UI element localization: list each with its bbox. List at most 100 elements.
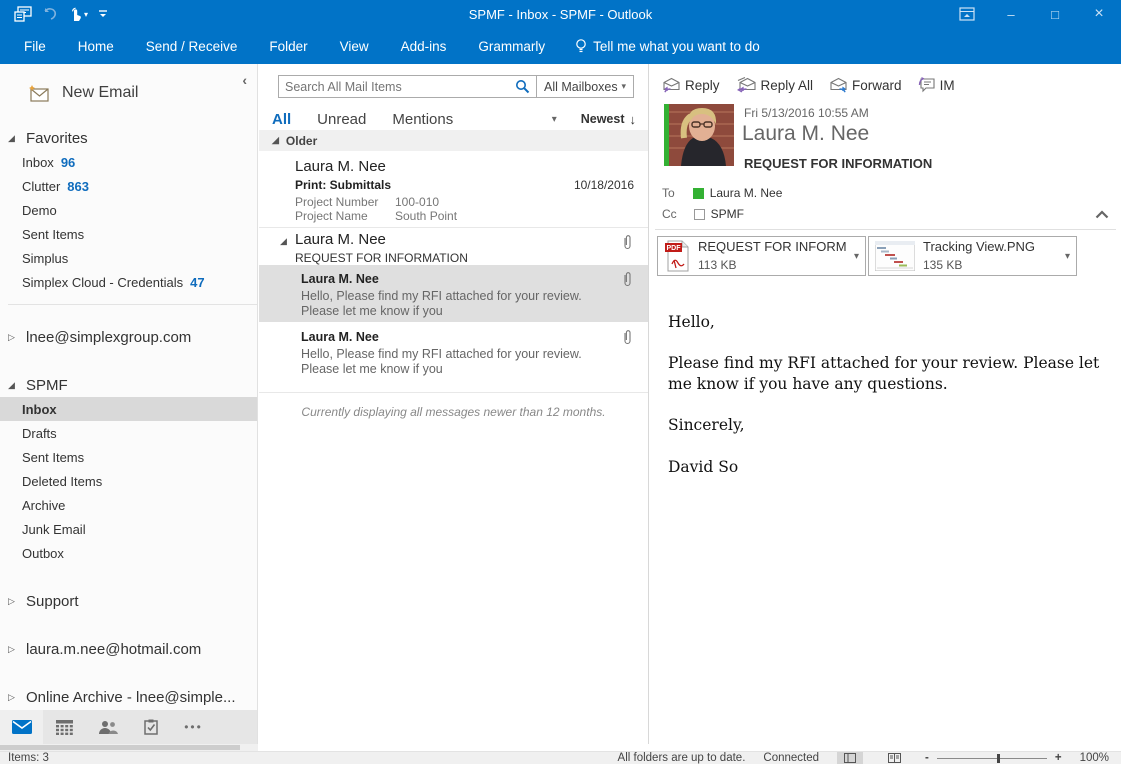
im-button[interactable]: IM: [918, 77, 955, 93]
sidebar-account-lnee-simplexgroup[interactable]: ▷ lnee@simplexgroup.com: [8, 325, 257, 349]
minimize-icon[interactable]: –: [989, 0, 1033, 28]
list-footer-note: Currently displaying all messages newer …: [259, 392, 648, 419]
normal-view-button[interactable]: [837, 752, 863, 764]
filter-tab-unread[interactable]: Unread: [317, 111, 366, 128]
message-row[interactable]: Laura M. Nee Hello, Please find my RFI a…: [259, 322, 648, 379]
tab-grammarly[interactable]: Grammarly: [462, 28, 561, 64]
tab-file[interactable]: File: [8, 28, 62, 64]
group-label: Older: [286, 134, 317, 148]
customize-quick-access-icon[interactable]: [98, 8, 108, 20]
folder-label: Sent Items: [22, 227, 84, 242]
forward-button[interactable]: Forward: [829, 77, 902, 93]
attachment-dropdown-icon[interactable]: ▾: [1065, 251, 1070, 262]
sidebar-item-demo[interactable]: Demo: [0, 198, 257, 222]
tab-home[interactable]: Home: [62, 28, 130, 64]
title-bar: ▾ SPMF - Inbox - SPMF - Outlook – □ ×: [0, 0, 1121, 28]
attachment-size: 113 KB: [698, 258, 736, 272]
sidebar-item-archive[interactable]: Archive: [0, 493, 257, 517]
sidebar-account-support[interactable]: ▷ Support: [8, 589, 257, 613]
new-email-label: New Email: [62, 84, 138, 102]
to-recipient[interactable]: Laura M. Nee: [710, 186, 783, 200]
sidebar-item-simplus[interactable]: Simplus: [0, 246, 257, 270]
sidebar-item-simplex-cloud-credentials[interactable]: Simplex Cloud - Credentials47: [0, 270, 257, 294]
touch-mode-icon[interactable]: ▾: [68, 6, 88, 22]
folder-pane-hscrollbar[interactable]: [0, 744, 258, 751]
message-row-selected[interactable]: Laura M. Nee Hello, Please find my RFI a…: [259, 265, 648, 322]
tab-add-ins[interactable]: Add-ins: [385, 28, 463, 64]
sidebar-item-sent-items[interactable]: Sent Items: [0, 445, 257, 469]
search-icon[interactable]: [515, 79, 530, 94]
reply-icon: [662, 77, 681, 93]
sidebar-group-favorites[interactable]: ◢ Favorites: [8, 126, 257, 150]
scrollbar-thumb[interactable]: [0, 745, 240, 750]
sidebar-item-spmf-inbox[interactable]: Inbox: [0, 397, 257, 421]
nav-calendar-icon[interactable]: [43, 710, 86, 744]
folder-label: Inbox: [22, 402, 57, 417]
tell-me-box[interactable]: Tell me what you want to do: [561, 38, 774, 54]
mailbox-scope-dropdown[interactable]: All Mailboxes ▾: [537, 75, 634, 98]
new-email-button[interactable]: New Email: [28, 78, 257, 108]
attachment-image[interactable]: Tracking View.PNG 135 KB ▾: [868, 236, 1077, 276]
body-paragraph: David So: [668, 457, 1118, 477]
message-sender: Laura M. Nee: [301, 272, 379, 286]
connection-status[interactable]: Connected: [763, 752, 819, 764]
collapse-header-icon[interactable]: [1095, 210, 1109, 219]
maximize-icon[interactable]: □: [1033, 0, 1077, 28]
search-row: All Mailboxes ▾: [278, 75, 634, 98]
tab-send-receive[interactable]: Send / Receive: [130, 28, 254, 64]
search-input[interactable]: [285, 80, 515, 94]
group-header-older[interactable]: ◢ Older: [259, 130, 648, 151]
outlook-item-icon[interactable]: [14, 6, 32, 22]
sidebar-account-spmf[interactable]: ◢ SPMF: [8, 373, 257, 397]
sidebar-item-drafts[interactable]: Drafts: [0, 421, 257, 445]
conversation-header-row[interactable]: ◢ Laura M. Nee REQUEST FOR INFORMATION: [259, 227, 648, 265]
nav-more-icon[interactable]: •••: [172, 710, 215, 744]
sender-photo[interactable]: [664, 104, 734, 166]
navigation-bar: •••: [0, 710, 258, 744]
filter-tab-mentions[interactable]: Mentions: [392, 111, 453, 128]
sidebar-account-hotmail[interactable]: ▷ laura.m.nee@hotmail.com: [8, 637, 257, 661]
sidebar-item-sent-items-favorite[interactable]: Sent Items: [0, 222, 257, 246]
zoom-slider[interactable]: [937, 758, 1047, 759]
cc-recipient[interactable]: SPMF: [711, 207, 744, 221]
ribbon-display-options-icon[interactable]: [945, 0, 989, 28]
reply-all-label: Reply All: [761, 78, 814, 93]
zoom-slider-thumb[interactable]: [997, 754, 1000, 763]
attachment-pdf[interactable]: PDF REQUEST FOR INFORM... 113 KB ▾: [657, 236, 866, 276]
sidebar-item-inbox-favorite[interactable]: Inbox96: [0, 150, 257, 174]
im-label: IM: [940, 78, 955, 93]
tab-folder[interactable]: Folder: [253, 28, 323, 64]
sidebar-item-clutter[interactable]: Clutter863: [0, 174, 257, 198]
search-box: [278, 75, 537, 98]
filter-dropdown-icon[interactable]: ▾: [552, 114, 557, 125]
close-icon[interactable]: ×: [1077, 0, 1121, 28]
undo-icon[interactable]: [42, 7, 58, 21]
message-row-print-submittals[interactable]: Laura M. Nee Print: Submittals 10/18/201…: [259, 152, 648, 226]
nav-tasks-icon[interactable]: [129, 710, 172, 744]
sidebar-item-outbox[interactable]: Outbox: [0, 541, 257, 565]
zoom-control: - +: [925, 752, 1062, 764]
zoom-level[interactable]: 100%: [1080, 752, 1109, 764]
zoom-in-button[interactable]: +: [1055, 752, 1062, 764]
folder-label: Drafts: [22, 426, 57, 441]
zoom-out-button[interactable]: -: [925, 752, 929, 764]
message-preview: Hello, Please find my RFI attached for y…: [301, 289, 601, 319]
nav-mail-icon[interactable]: [0, 710, 43, 744]
message-sender-name[interactable]: Laura M. Nee: [742, 122, 869, 146]
sidebar-item-junk-email[interactable]: Junk Email: [0, 517, 257, 541]
filter-tab-all[interactable]: All: [272, 111, 291, 128]
reading-view-button[interactable]: [881, 752, 907, 764]
tab-view[interactable]: View: [324, 28, 385, 64]
collapse-folder-pane-icon[interactable]: ‹: [242, 72, 247, 88]
attachment-dropdown-icon[interactable]: ▾: [854, 251, 859, 262]
sidebar-item-deleted-items[interactable]: Deleted Items: [0, 469, 257, 493]
sender-photo-image: [669, 104, 734, 166]
sort-order-button[interactable]: Newest ↓: [581, 112, 636, 127]
reply-all-button[interactable]: Reply All: [736, 77, 814, 93]
nav-people-icon[interactable]: [86, 710, 129, 744]
sidebar-account-online-archive[interactable]: ▷ Online Archive - lnee@simple...: [8, 685, 257, 709]
reply-button[interactable]: Reply: [662, 77, 720, 93]
expanded-triangle-icon: ◢: [280, 236, 287, 247]
forward-label: Forward: [852, 78, 902, 93]
folder-pane: ‹ New Email ◢ Favorites Inbox96 Clutter8…: [0, 64, 258, 744]
